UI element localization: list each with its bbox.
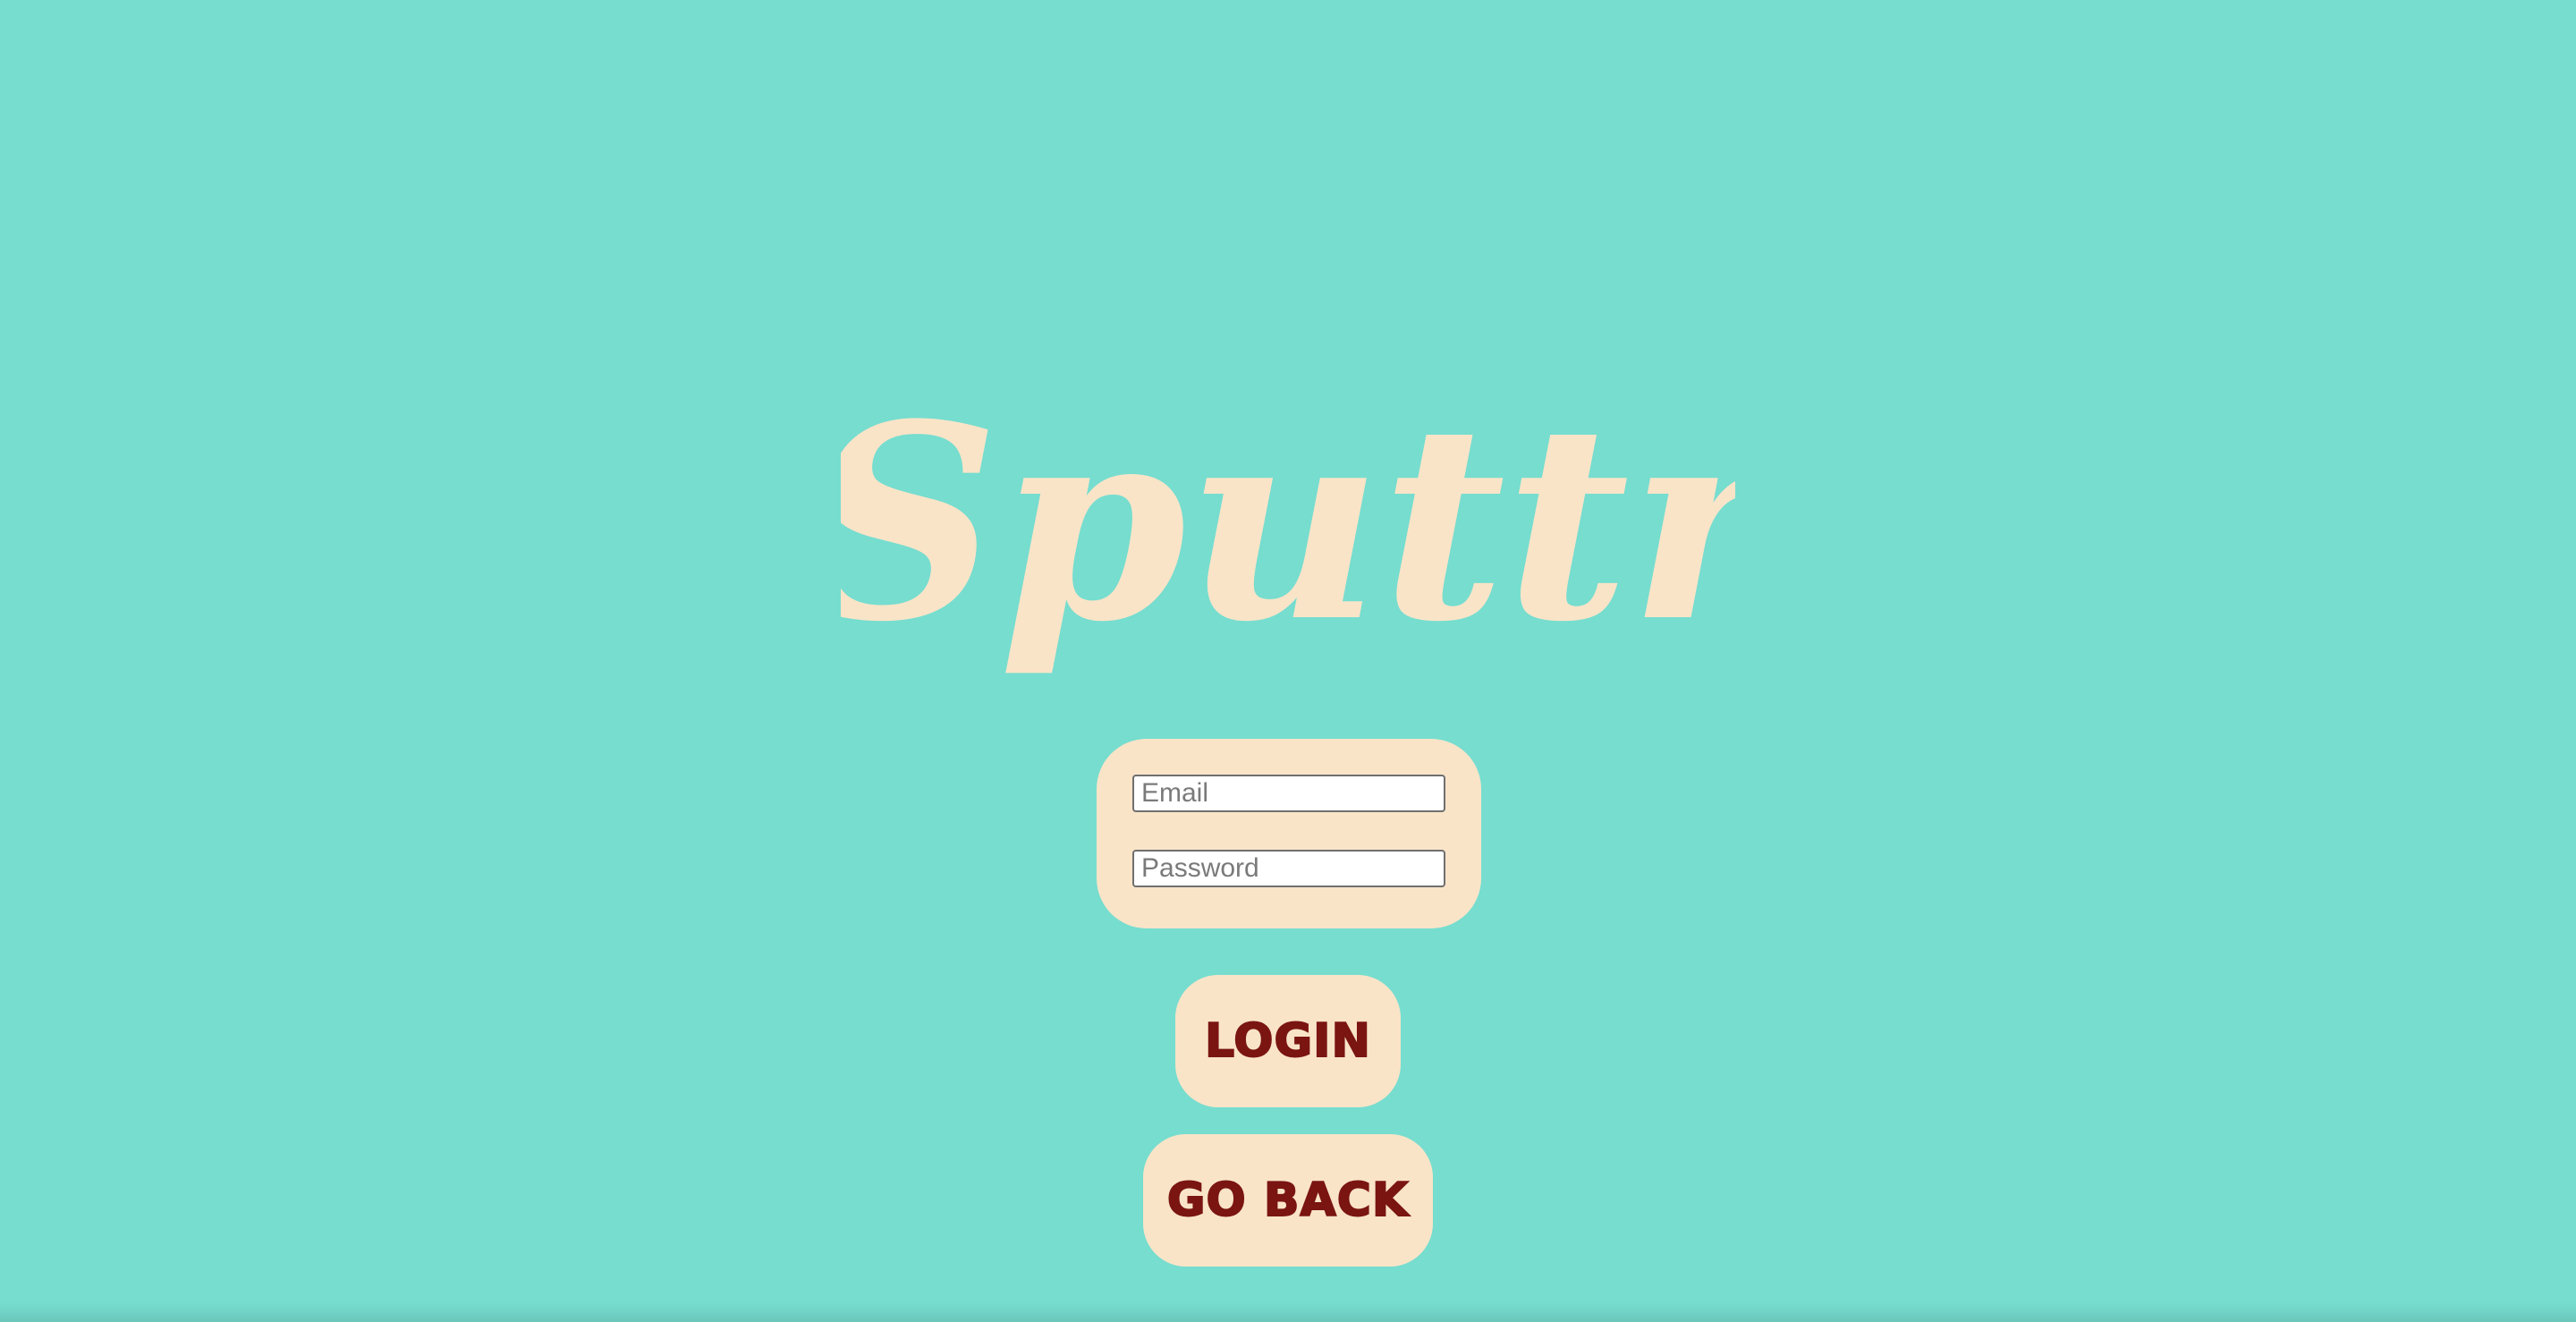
logo-text: Sputtr — [841, 365, 1735, 681]
bottom-shadow — [0, 1302, 2576, 1322]
app-logo: Sputtr — [841, 322, 1735, 733]
login-form — [1097, 739, 1481, 928]
go-back-button[interactable]: GO BACK — [1143, 1134, 1433, 1267]
login-button[interactable]: LOGIN — [1175, 975, 1401, 1107]
logo-wordmark: Sputtr — [841, 365, 1735, 681]
password-input[interactable] — [1132, 850, 1445, 887]
login-page: Sputtr LOGIN GO BACK — [0, 0, 2576, 1322]
email-input[interactable] — [1132, 775, 1445, 812]
